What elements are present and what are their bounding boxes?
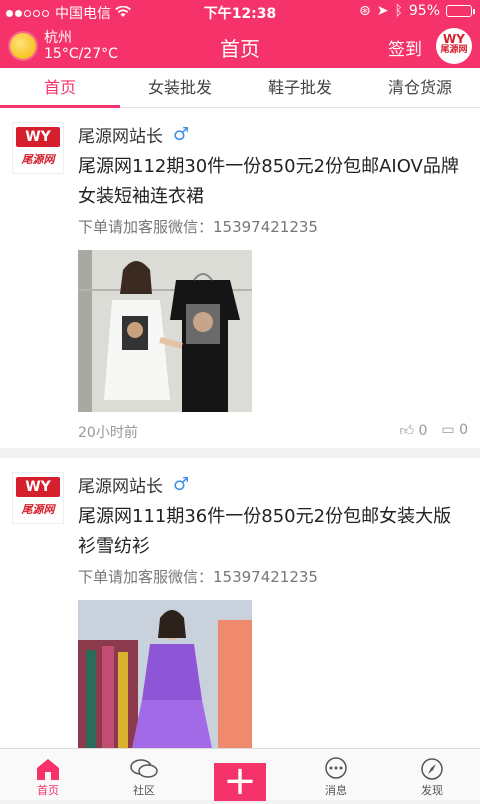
status-right: ⊛ ➤ ᛒ 95% — [359, 3, 472, 19]
avatar-logo-mark: WY — [16, 127, 60, 147]
compass-icon — [384, 756, 480, 782]
lock-rotation-icon: ⊛ — [359, 3, 371, 19]
post-author[interactable]: 尾源网站长 — [78, 472, 163, 497]
avatar-logo-name: 尾源网 — [13, 151, 63, 167]
post-title[interactable]: 尾源网112期30件一份850元2份包邮AIOV品牌女装短袖连衣裙 — [78, 152, 468, 212]
tabbar-community[interactable]: 社区 — [96, 749, 192, 800]
post-actions: 👍︎ 0 ▭ 0 — [399, 422, 468, 442]
tabbar-post[interactable]: + — [192, 749, 288, 800]
blouse-photo-illustration — [78, 600, 252, 748]
post-contact: 下单请加客服微信：15397421235 — [78, 216, 468, 237]
brand-logo-mark: WY — [436, 34, 472, 45]
battery-percent: 95% — [409, 3, 440, 19]
post-contact: 下单请加客服微信：15397421235 — [78, 566, 468, 587]
post-photo[interactable] — [78, 600, 252, 748]
plus-icon[interactable]: + — [214, 763, 266, 801]
post-photo[interactable] — [78, 250, 252, 412]
signin-button[interactable]: 签到 — [388, 35, 422, 60]
home-icon — [0, 756, 96, 782]
brand-logo-name: 尾源网 — [436, 45, 472, 56]
thumbs-up-icon: 👍︎ — [399, 423, 414, 439]
brand-logo[interactable]: WY 尾源网 — [436, 28, 472, 64]
post-author-row: 尾源网站长 ♂ — [78, 470, 468, 498]
comment-count: 0 — [459, 422, 468, 438]
tabbar-messages-label: 消息 — [288, 782, 384, 798]
tabbar-discover[interactable]: 发现 — [384, 749, 480, 800]
post-author-row: 尾源网站长 ♂ — [78, 120, 468, 148]
comment-icon: ▭ — [441, 422, 454, 438]
post-content: 尾源网站长 ♂ 尾源网111期36件一份850元2份包邮女装大版衫雪纺衫 下单请… — [78, 470, 468, 587]
bottom-tab-bar: 首页 社区 + 消息 发现 — [0, 748, 480, 800]
male-icon: ♂ — [173, 474, 189, 495]
comment-button[interactable]: ▭ 0 — [441, 422, 468, 442]
category-tabs: 首页 女装批发 鞋子批发 清仓货源 — [0, 68, 480, 108]
avatar-logo-name: 尾源网 — [13, 501, 63, 517]
battery-icon — [446, 5, 472, 17]
tab-home[interactable]: 首页 — [0, 68, 120, 107]
post-time: 20小时前 — [78, 422, 138, 442]
like-button[interactable]: 👍︎ 0 — [399, 422, 427, 442]
post-author[interactable]: 尾源网站长 — [78, 122, 163, 147]
avatar[interactable]: WY 尾源网 — [12, 472, 64, 524]
chat-bubbles-icon — [96, 756, 192, 782]
nav-bar: 杭州 15°C/27°C 首页 签到 WY 尾源网 — [0, 24, 480, 68]
post-title[interactable]: 尾源网111期36件一份850元2份包邮女装大版衫雪纺衫 — [78, 502, 468, 562]
post-meta: 20小时前 👍︎ 0 ▭ 0 — [78, 422, 468, 442]
post-card[interactable]: WY 尾源网 尾源网站长 ♂ 尾源网111期36件一份850元2份包邮女装大版衫… — [0, 458, 480, 748]
tab-women-wholesale[interactable]: 女装批发 — [120, 68, 240, 107]
tabbar-community-label: 社区 — [96, 782, 192, 798]
tabbar-messages[interactable]: 消息 — [288, 749, 384, 800]
post-content: 尾源网站长 ♂ 尾源网112期30件一份850元2份包邮AIOV品牌女装短袖连衣… — [78, 120, 468, 237]
post-card[interactable]: WY 尾源网 尾源网站长 ♂ 尾源网112期30件一份850元2份包邮AIOV品… — [0, 108, 480, 448]
location-icon: ➤ — [377, 3, 389, 19]
post-feed: WY 尾源网 尾源网站长 ♂ 尾源网112期30件一份850元2份包邮AIOV品… — [0, 108, 480, 748]
tabbar-discover-label: 发现 — [384, 782, 480, 798]
message-icon — [288, 756, 384, 782]
tabbar-home[interactable]: 首页 — [0, 749, 96, 800]
male-icon: ♂ — [173, 124, 189, 145]
like-count: 0 — [418, 423, 427, 439]
status-bar: 中国电信 下午12:38 ⊛ ➤ ᛒ 95% — [0, 0, 480, 24]
dress-photo-illustration — [78, 250, 252, 412]
avatar[interactable]: WY 尾源网 — [12, 122, 64, 174]
tab-clearance[interactable]: 清仓货源 — [360, 68, 480, 107]
avatar-logo-mark: WY — [16, 477, 60, 497]
bluetooth-icon: ᛒ — [394, 3, 402, 19]
app-header: 中国电信 下午12:38 ⊛ ➤ ᛒ 95% 杭州 15°C/27°C 首页 签… — [0, 0, 480, 68]
tabbar-home-label: 首页 — [0, 782, 96, 798]
tab-shoes-wholesale[interactable]: 鞋子批发 — [240, 68, 360, 107]
